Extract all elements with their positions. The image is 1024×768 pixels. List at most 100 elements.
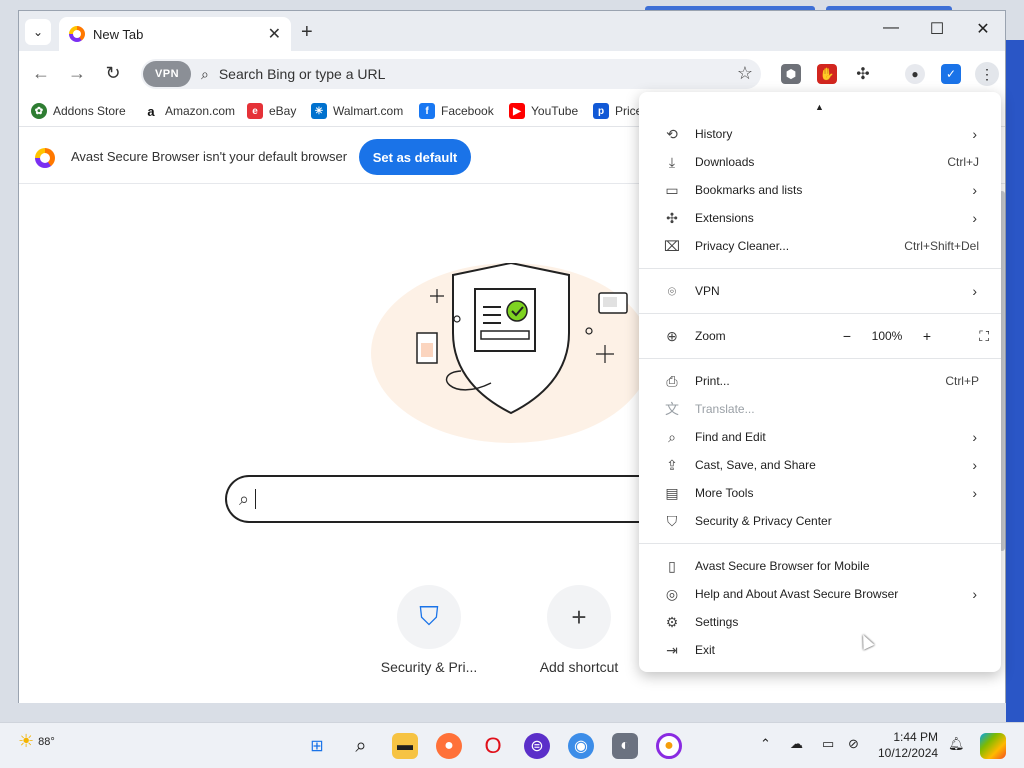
shortcut-security-privacy[interactable]: ⛉ Security & Pri... bbox=[359, 585, 499, 675]
chevron-right-icon: › bbox=[972, 485, 977, 501]
menu-separator bbox=[639, 543, 1001, 544]
weather-widget[interactable]: ☀ 88° bbox=[18, 731, 55, 752]
file-explorer-icon[interactable]: ▬ bbox=[392, 733, 418, 759]
bookmark-label: Amazon.com bbox=[165, 104, 236, 118]
minimize-button[interactable]: — bbox=[879, 19, 903, 37]
new-tab-button[interactable]: + bbox=[301, 21, 313, 44]
tab-search-dropdown[interactable]: ⌄ bbox=[25, 19, 51, 45]
menu-scroll-up-icon[interactable]: ▲ bbox=[815, 102, 824, 112]
menu-item-label: Privacy Cleaner... bbox=[695, 239, 790, 253]
chevron-right-icon: › bbox=[972, 210, 977, 226]
zoom-level: 100% bbox=[871, 329, 903, 343]
bookmark-star-icon[interactable]: ☆ bbox=[737, 63, 753, 84]
extension-shield-icon[interactable]: ⬢ bbox=[781, 64, 801, 84]
chevron-right-icon: › bbox=[972, 429, 977, 445]
menu-kebab-icon[interactable]: ⋮ bbox=[975, 62, 999, 86]
bookmark-facebook[interactable]: f Facebook bbox=[419, 103, 494, 119]
menu-item-downloads[interactable]: ⤓ Downloads Ctrl+J bbox=[639, 148, 1001, 176]
set-as-default-button[interactable]: Set as default bbox=[359, 139, 471, 175]
menu-item-print[interactable]: ⎙ Print... Ctrl+P bbox=[639, 367, 1001, 395]
menu-item-history[interactable]: ⟲ History › bbox=[639, 120, 1001, 148]
menu-item-settings[interactable]: ⚙ Settings bbox=[639, 608, 1001, 636]
start-windows-icon[interactable]: ⊞ bbox=[304, 733, 330, 759]
help-icon: ◎ bbox=[665, 585, 679, 602]
vpn-icon: ⌾ bbox=[667, 282, 677, 299]
menu-item-label: Extensions bbox=[695, 211, 754, 225]
fullscreen-icon[interactable]: ⛶ bbox=[939, 328, 989, 345]
tray-overflow-icon[interactable]: ⌃ bbox=[760, 736, 771, 752]
browser-main-menu: ▲ ⟲ History › ⤓ Downloads Ctrl+J ▭ Bookm… bbox=[639, 92, 1001, 672]
menu-item-mobile[interactable]: ▯ Avast Secure Browser for Mobile bbox=[639, 552, 1001, 580]
weather-temperature: 88° bbox=[38, 735, 55, 748]
infobar-message: Avast Secure Browser isn't your default … bbox=[71, 149, 348, 164]
chrome-like-icon[interactable]: ◉ bbox=[568, 733, 594, 759]
vpn-button[interactable]: VPN bbox=[143, 61, 191, 87]
clock[interactable]: 1:44 PM 10/12/2024 bbox=[878, 729, 938, 761]
menu-item-privacy-cleaner[interactable]: ⌧ Privacy Cleaner... Ctrl+Shift+Del bbox=[639, 232, 1001, 260]
close-tab-icon[interactable]: ✕ bbox=[268, 24, 281, 44]
opera-icon[interactable]: O bbox=[480, 733, 506, 759]
bookmark-icon: ▭ bbox=[665, 181, 679, 198]
cloud-status-icon[interactable]: ☁ bbox=[790, 736, 803, 752]
adblock-icon[interactable]: ✋ bbox=[817, 64, 837, 84]
reload-button[interactable]: ↻ bbox=[101, 63, 125, 84]
bookmark-amazon[interactable]: a Amazon.com bbox=[143, 103, 235, 119]
menu-item-label: Settings bbox=[695, 615, 739, 629]
avast-browser-icon[interactable]: ● bbox=[656, 733, 682, 759]
display-icon[interactable]: ▭ bbox=[822, 736, 834, 752]
chevron-right-icon: › bbox=[972, 283, 977, 299]
bookmark-youtube[interactable]: ▶ YouTube bbox=[509, 103, 578, 119]
taskbar-search-icon[interactable]: ⌕ bbox=[348, 733, 374, 759]
tab-new-tab[interactable]: New Tab ✕ bbox=[59, 17, 291, 51]
extensions-puzzle-icon[interactable]: ✣ bbox=[853, 64, 873, 84]
maximize-button[interactable]: ☐ bbox=[925, 19, 949, 39]
notification-bell-icon[interactable]: 🔔︎ bbox=[948, 736, 965, 752]
history-icon: ⟲ bbox=[666, 125, 678, 142]
chevron-right-icon: › bbox=[972, 457, 977, 473]
firefox-icon[interactable]: ● bbox=[436, 733, 462, 759]
shortcut-label: Security & Pri... bbox=[380, 659, 478, 675]
zoom-in-button[interactable]: + bbox=[915, 328, 939, 344]
menu-item-more-tools[interactable]: ▤ More Tools › bbox=[639, 479, 1001, 507]
close-window-button[interactable]: ✕ bbox=[971, 19, 995, 39]
walmart-icon: ✳ bbox=[311, 103, 327, 119]
address-bar[interactable]: VPN ⌕ Search Bing or type a URL ☆ bbox=[141, 59, 761, 89]
bookmark-priceline[interactable]: p Price bbox=[593, 103, 642, 119]
page-search-input[interactable]: ⌕ bbox=[225, 475, 655, 523]
bookmark-label: Walmart.com bbox=[333, 104, 404, 118]
chevron-right-icon: › bbox=[972, 182, 977, 198]
menu-item-label: VPN bbox=[695, 284, 720, 298]
shortcut-add[interactable]: + Add shortcut bbox=[509, 585, 649, 675]
menu-item-bookmarks[interactable]: ▭ Bookmarks and lists › bbox=[639, 176, 1001, 204]
toolbox-icon: ▤ bbox=[665, 484, 679, 501]
menu-item-exit[interactable]: ⇥ Exit bbox=[639, 636, 1001, 664]
zoom-out-button[interactable]: − bbox=[835, 328, 859, 344]
menu-item-security-privacy-center[interactable]: ⛉ Security & Privacy Center bbox=[639, 507, 1001, 535]
menu-shortcut: Ctrl+Shift+Del bbox=[904, 239, 979, 253]
menu-item-vpn[interactable]: ⌾ VPN › bbox=[639, 277, 1001, 305]
avast-logo-icon bbox=[69, 26, 85, 42]
back-button[interactable]: ← bbox=[29, 63, 53, 84]
menu-item-label: Help and About Avast Secure Browser bbox=[695, 587, 899, 601]
shortcut-label: Add shortcut bbox=[539, 659, 619, 675]
security-shield-icon[interactable]: ✓ bbox=[941, 64, 961, 84]
menu-item-help-about[interactable]: ◎ Help and About Avast Secure Browser › bbox=[639, 580, 1001, 608]
menu-item-extensions[interactable]: ✣ Extensions › bbox=[639, 204, 1001, 232]
menu-separator bbox=[639, 313, 1001, 314]
address-placeholder: Search Bing or type a URL bbox=[218, 66, 386, 82]
bookmark-ebay[interactable]: e eBay bbox=[247, 103, 296, 119]
privacy-app-icon[interactable]: ◐ bbox=[612, 733, 638, 759]
menu-item-label: Cast, Save, and Share bbox=[695, 458, 816, 472]
network-icon[interactable]: ⊘ bbox=[848, 736, 859, 752]
mobile-icon: ▯ bbox=[668, 557, 676, 574]
bookmark-walmart[interactable]: ✳ Walmart.com bbox=[311, 103, 403, 119]
browser-app-icon[interactable]: ⊜ bbox=[524, 733, 550, 759]
forward-button[interactable]: → bbox=[65, 63, 89, 84]
bookmark-addons-store[interactable]: ✿ Addons Store bbox=[31, 103, 126, 119]
menu-separator bbox=[639, 358, 1001, 359]
menu-item-cast-save-share[interactable]: ⇪ Cast, Save, and Share › bbox=[639, 451, 1001, 479]
profile-avatar-icon[interactable]: ● bbox=[905, 64, 925, 84]
menu-item-label: Print... bbox=[695, 374, 730, 388]
copilot-icon[interactable] bbox=[980, 733, 1006, 759]
menu-item-find-edit[interactable]: ⌕ Find and Edit › bbox=[639, 423, 1001, 451]
